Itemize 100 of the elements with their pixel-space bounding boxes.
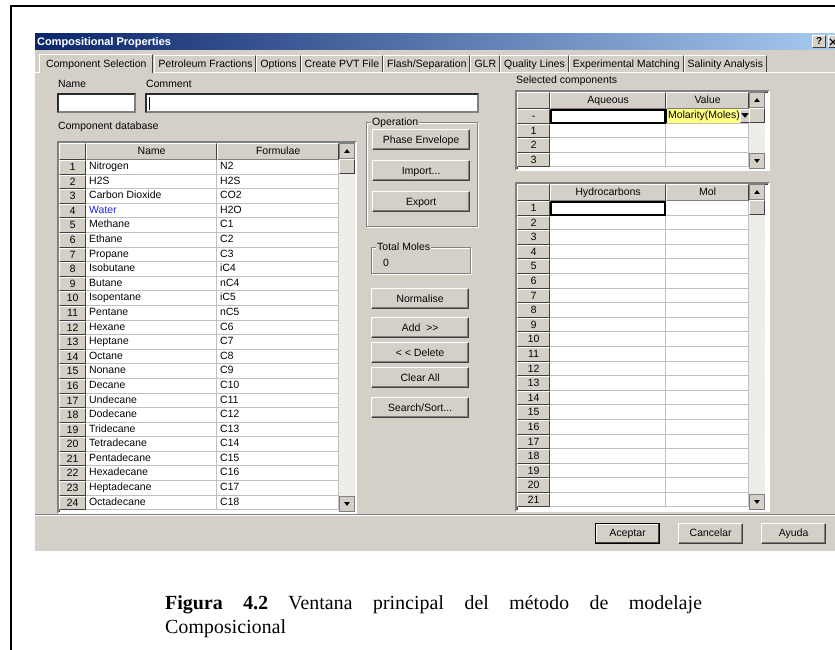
help-button[interactable]: ? xyxy=(812,35,826,48)
column-header[interactable]: Name xyxy=(86,143,217,160)
button[interactable]: Aceptar xyxy=(595,522,660,544)
scroll-down-icon[interactable] xyxy=(749,153,765,169)
scroll-thumb[interactable] xyxy=(749,108,765,123)
row-header[interactable]: 4 xyxy=(59,204,86,218)
row-header[interactable]: 2 xyxy=(517,216,550,230)
scroll-thumb[interactable] xyxy=(749,200,765,215)
name-field[interactable] xyxy=(57,93,136,113)
row-header[interactable]: 8 xyxy=(517,303,550,318)
row-header[interactable]: 20 xyxy=(517,478,550,493)
button[interactable]: < < Delete xyxy=(371,342,469,363)
row-header[interactable]: 6 xyxy=(59,232,86,248)
column-header[interactable]: Formulae xyxy=(217,143,339,160)
row-header[interactable]: 3 xyxy=(59,189,86,204)
tab[interactable]: Component Selection xyxy=(39,54,154,73)
row-header[interactable]: 21 xyxy=(59,452,86,466)
scroll-bar[interactable] xyxy=(339,143,355,512)
row-header[interactable]: 3 xyxy=(517,152,550,168)
scroll-up-icon[interactable] xyxy=(749,184,765,200)
row-header[interactable]: 12 xyxy=(517,362,550,376)
row-header[interactable]: 2 xyxy=(517,138,550,153)
column-header[interactable]: Value xyxy=(666,92,749,109)
button[interactable]: Normalise xyxy=(371,288,469,309)
comment-field[interactable] xyxy=(145,93,479,113)
row-header[interactable]: 22 xyxy=(59,466,86,482)
button[interactable]: Phase Envelope xyxy=(372,129,470,150)
column-header[interactable]: Hydrocarbons xyxy=(550,184,666,201)
column-header[interactable]: Aqueous xyxy=(550,92,666,109)
row-header[interactable]: 1 xyxy=(59,160,86,175)
row-header[interactable]: 8 xyxy=(59,262,86,277)
table-cell: Heptadecane xyxy=(86,481,217,496)
table-cell: Ethane xyxy=(86,232,217,248)
tab[interactable]: Flash/Separation xyxy=(383,55,470,72)
row-header[interactable]: 19 xyxy=(517,464,550,478)
scroll-up-icon[interactable] xyxy=(339,143,355,159)
row-header[interactable]: 5 xyxy=(517,259,550,274)
row-header[interactable]: 24 xyxy=(59,496,86,510)
scroll-bar[interactable] xyxy=(749,92,765,169)
row-header[interactable]: 11 xyxy=(59,306,86,321)
group-label: Total Moles xyxy=(376,241,432,253)
button[interactable]: Export xyxy=(372,191,470,212)
tab[interactable]: Quality Lines xyxy=(500,55,569,72)
button[interactable]: Search/Sort... xyxy=(371,397,469,418)
scroll-down-icon[interactable] xyxy=(749,494,765,510)
row-header[interactable]: 3 xyxy=(517,230,550,245)
row-header[interactable]: 16 xyxy=(59,378,86,394)
tab[interactable]: Salinity Analysis xyxy=(684,55,767,72)
row-header[interactable]: 4 xyxy=(517,244,550,260)
tab[interactable]: Options xyxy=(256,55,301,72)
row-header[interactable]: 7 xyxy=(59,248,86,262)
row-header[interactable]: 1 xyxy=(517,201,550,216)
row-header[interactable]: 10 xyxy=(517,332,550,347)
row-header[interactable]: 17 xyxy=(517,434,550,450)
button[interactable]: Add >> xyxy=(371,317,469,338)
section-label: Selected components xyxy=(515,74,618,87)
field-label: Name xyxy=(57,78,88,91)
row-header[interactable]: 12 xyxy=(59,320,86,336)
row-header[interactable]: 14 xyxy=(517,390,550,406)
row-header[interactable]: 7 xyxy=(517,288,550,304)
row-header[interactable]: 15 xyxy=(59,364,86,379)
row-header[interactable]: 9 xyxy=(59,276,86,292)
row-header[interactable]: 16 xyxy=(517,420,550,434)
button[interactable]: Cancelar xyxy=(678,522,743,544)
row-header[interactable]: 18 xyxy=(59,408,86,423)
scroll-bar[interactable] xyxy=(749,184,765,510)
scroll-down-icon[interactable] xyxy=(339,496,355,512)
table-cell[interactable] xyxy=(550,109,666,124)
row-header[interactable]: 18 xyxy=(517,449,550,464)
row-header[interactable]: 13 xyxy=(517,376,550,391)
button[interactable]: Import... xyxy=(372,160,470,181)
column-header[interactable]: Mol xyxy=(666,184,749,201)
row-header[interactable]: 20 xyxy=(59,437,86,452)
tab[interactable]: Experimental Matching xyxy=(568,55,684,72)
row-header[interactable]: 5 xyxy=(59,218,86,233)
tab[interactable]: GLR xyxy=(470,55,500,72)
row-header[interactable]: 14 xyxy=(59,350,86,364)
button[interactable]: Clear All xyxy=(371,367,469,388)
tab[interactable]: Create PVT File xyxy=(300,55,384,72)
table-cell: Tridecane xyxy=(86,422,217,438)
close-button[interactable] xyxy=(828,35,835,48)
scroll-up-icon[interactable] xyxy=(749,92,765,108)
scroll-thumb[interactable] xyxy=(339,159,355,174)
row-header[interactable]: 13 xyxy=(59,335,86,350)
row-header[interactable]: 1 xyxy=(517,124,550,138)
row-header[interactable]: 2 xyxy=(59,174,86,190)
row-header[interactable]: 19 xyxy=(59,422,86,438)
dropdown[interactable]: Molarity(Moles) xyxy=(666,109,740,123)
row-header[interactable]: - xyxy=(517,109,550,124)
row-header[interactable]: 21 xyxy=(517,492,550,508)
row-header[interactable]: 10 xyxy=(59,291,86,306)
row-header[interactable]: 17 xyxy=(59,394,86,408)
row-header[interactable]: 15 xyxy=(517,405,550,420)
tab[interactable]: Petroleum Fractions xyxy=(154,55,256,72)
row-header[interactable]: 23 xyxy=(59,481,86,496)
figure-caption: Figura 4.2 Ventana principal del método de modelaje Composicional xyxy=(165,591,702,639)
row-header[interactable]: 11 xyxy=(517,346,550,362)
row-header[interactable]: 9 xyxy=(517,318,550,332)
row-header[interactable]: 6 xyxy=(517,274,550,289)
button[interactable]: Ayuda xyxy=(761,522,826,544)
